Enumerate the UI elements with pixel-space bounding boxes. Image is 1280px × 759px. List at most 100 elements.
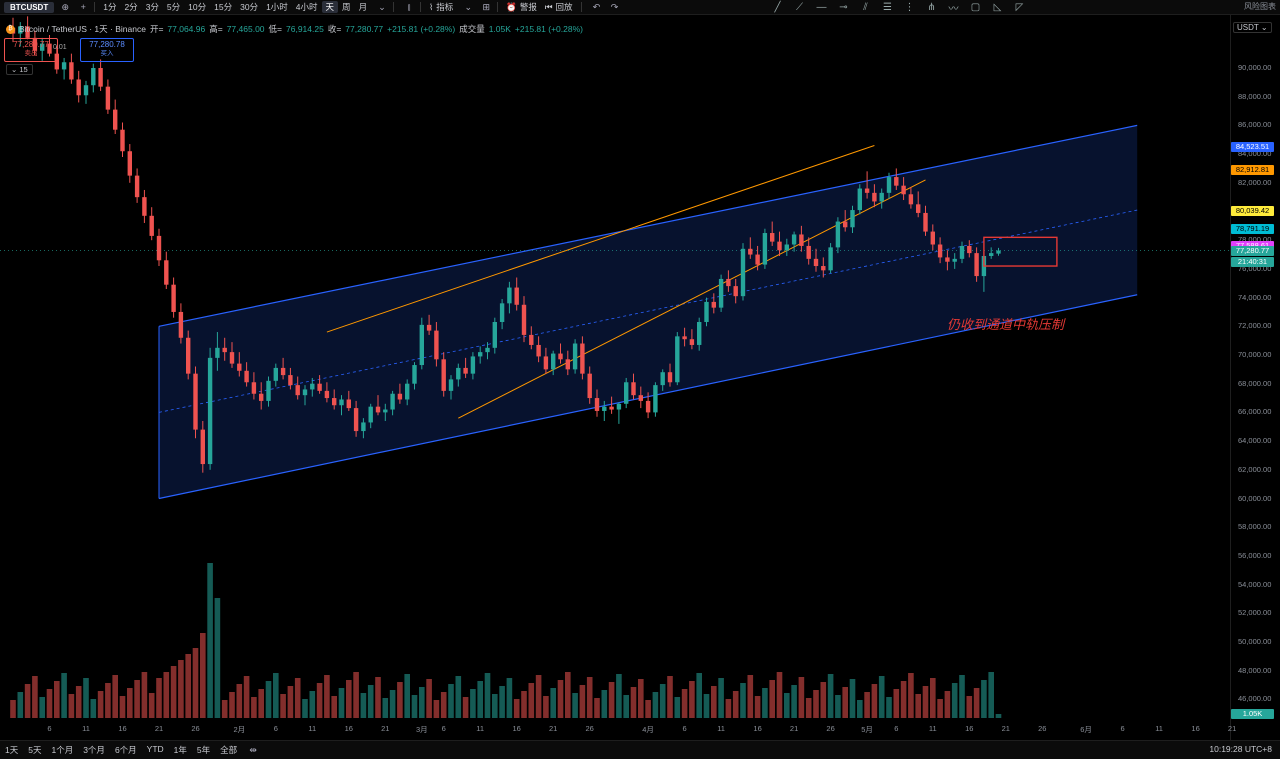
- close-value: 77,280.77: [345, 24, 384, 34]
- volume-bar: [119, 696, 126, 718]
- volume-bar: [762, 688, 768, 718]
- volume-bar: [506, 678, 513, 718]
- range-1[interactable]: 5天: [23, 744, 46, 756]
- change-value: +215.81 (+0.28%): [387, 24, 456, 34]
- candle-body: [397, 393, 403, 400]
- time-label: 16: [753, 724, 762, 733]
- candle-body: [937, 244, 943, 258]
- price-tag: 77,280.77: [1231, 245, 1274, 256]
- buy-label: 买入: [100, 50, 114, 57]
- volume-bar: [835, 695, 841, 718]
- range-6[interactable]: 1年: [169, 744, 192, 756]
- range-0[interactable]: 1天: [0, 744, 23, 756]
- range-8[interactable]: 全部: [215, 744, 242, 756]
- spread-value: 0.01: [53, 44, 67, 51]
- candle-body: [616, 403, 622, 410]
- volume-bar: [499, 686, 505, 718]
- volume-bar: [689, 681, 695, 718]
- volume-bar: [433, 700, 440, 718]
- candle-body: [324, 390, 330, 399]
- candle-body: [784, 244, 789, 251]
- volume-bar: [754, 696, 761, 718]
- sell-button[interactable]: 77,280.77 卖出: [4, 38, 58, 62]
- time-label: 4月: [642, 725, 654, 734]
- candle-body: [704, 301, 709, 322]
- volume-bar: [185, 654, 191, 718]
- volume-bar: [397, 682, 403, 718]
- price-tag: 84,523.51: [1231, 141, 1274, 152]
- candle-body: [171, 284, 176, 312]
- volume-bar: [930, 678, 936, 718]
- candle-body: [113, 109, 118, 130]
- time-label: 16: [1191, 724, 1200, 733]
- candle-body: [821, 266, 826, 271]
- time-label: 5月: [861, 725, 873, 734]
- candle-body: [777, 241, 782, 251]
- price-chart[interactable]: [0, 0, 1230, 725]
- volume-bar: [769, 680, 775, 718]
- volume-bar: [426, 679, 432, 718]
- candle-body: [959, 245, 965, 259]
- candle-body: [91, 68, 96, 86]
- time-label: 16: [118, 724, 127, 733]
- range-3[interactable]: 3个月: [78, 744, 110, 756]
- candle-body: [835, 221, 841, 248]
- volume-bar: [331, 696, 337, 718]
- volume-bar: [944, 691, 951, 718]
- candle-body: [317, 383, 322, 391]
- time-label: 6: [441, 724, 446, 733]
- candle-body: [441, 359, 446, 391]
- volume-bar: [849, 679, 856, 718]
- calendar-range-icon[interactable]: ⇹: [246, 744, 260, 756]
- price-label: 58,000.00: [1238, 522, 1272, 532]
- candle-body: [448, 379, 454, 391]
- candle-body: [718, 278, 724, 308]
- buy-button[interactable]: 77,280.78 买入: [80, 38, 134, 62]
- volume-bar: [871, 684, 878, 718]
- candle-body: [645, 400, 651, 413]
- interval-badge[interactable]: ⌄ 15: [6, 64, 33, 75]
- candle-body: [930, 231, 935, 245]
- volume-bar: [586, 677, 593, 718]
- chart-annotation[interactable]: 仍收到通道中轨压制: [947, 314, 1064, 333]
- range-2[interactable]: 1个月: [46, 744, 78, 756]
- candle-body: [974, 253, 979, 277]
- range-4[interactable]: 6个月: [110, 744, 142, 756]
- sell-price: 77,280.77: [13, 40, 49, 49]
- volume-bar: [594, 698, 600, 718]
- volume-bar: [163, 672, 170, 718]
- range-7[interactable]: 5年: [192, 744, 215, 756]
- candle-body: [134, 175, 140, 198]
- candle-body: [580, 343, 585, 374]
- candle-body: [98, 68, 103, 87]
- volume-bar: [97, 691, 104, 718]
- candle-body: [332, 398, 337, 406]
- volume-change: +215.81 (+0.28%): [514, 24, 583, 34]
- candle-body: [266, 380, 271, 401]
- range-5[interactable]: YTD: [142, 744, 169, 756]
- price-label: 88,000.00: [1238, 91, 1272, 101]
- close-label: 收=: [327, 24, 342, 34]
- candle-body: [120, 129, 125, 152]
- volume-bar: [455, 676, 462, 718]
- bitcoin-icon: ₿: [6, 24, 15, 34]
- volume-bar: [878, 676, 885, 718]
- candle-body: [105, 86, 111, 110]
- volume-bar: [462, 697, 469, 718]
- volume-bar: [10, 700, 16, 718]
- time-label: 6月: [1080, 725, 1092, 734]
- candle-body: [419, 324, 424, 366]
- volume-bar: [937, 699, 943, 718]
- volume-bar: [805, 698, 812, 718]
- volume-label: 成交量: [459, 24, 485, 34]
- time-label: 26: [585, 724, 594, 733]
- time-label: 3月: [415, 725, 428, 734]
- currency-selector[interactable]: USDT ⌄: [1233, 22, 1272, 33]
- time-label: 11: [476, 724, 485, 733]
- candle-body: [499, 303, 505, 322]
- volume-bar: [338, 688, 345, 718]
- candle-body: [251, 382, 257, 394]
- price-label: 62,000.00: [1238, 464, 1272, 474]
- time-label: 26: [1038, 724, 1047, 733]
- candle-body: [762, 233, 768, 265]
